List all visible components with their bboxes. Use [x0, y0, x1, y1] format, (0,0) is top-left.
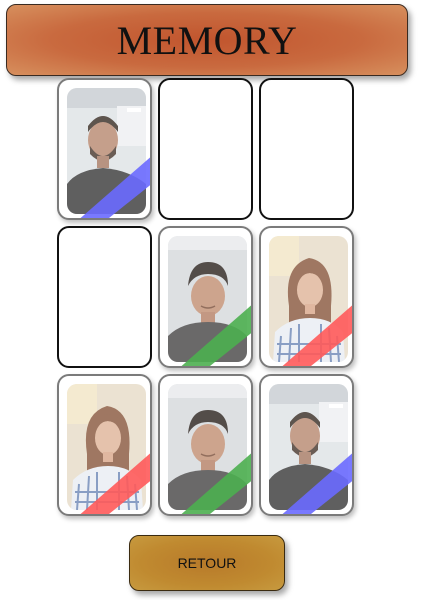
memory-card-grid	[57, 78, 360, 522]
memory-card-revealed[interactable]	[57, 374, 152, 516]
game-title-banner: MEMORY	[6, 4, 408, 76]
memory-card-revealed[interactable]	[158, 374, 253, 516]
card-portrait-photo	[269, 236, 348, 362]
memory-card-revealed[interactable]	[158, 226, 253, 368]
memory-card-hidden[interactable]	[57, 226, 152, 368]
memory-card-revealed[interactable]	[57, 78, 152, 220]
card-portrait-photo	[168, 384, 247, 510]
card-portrait-photo	[269, 384, 348, 510]
memory-card-hidden[interactable]	[158, 78, 253, 220]
back-button[interactable]: RETOUR	[129, 535, 285, 591]
card-portrait-photo	[168, 236, 247, 362]
card-portrait-photo	[67, 384, 146, 510]
game-title: MEMORY	[116, 17, 298, 63]
memory-card-revealed[interactable]	[259, 226, 354, 368]
card-portrait-photo	[67, 88, 146, 214]
memory-card-revealed[interactable]	[259, 374, 354, 516]
memory-card-hidden[interactable]	[259, 78, 354, 220]
